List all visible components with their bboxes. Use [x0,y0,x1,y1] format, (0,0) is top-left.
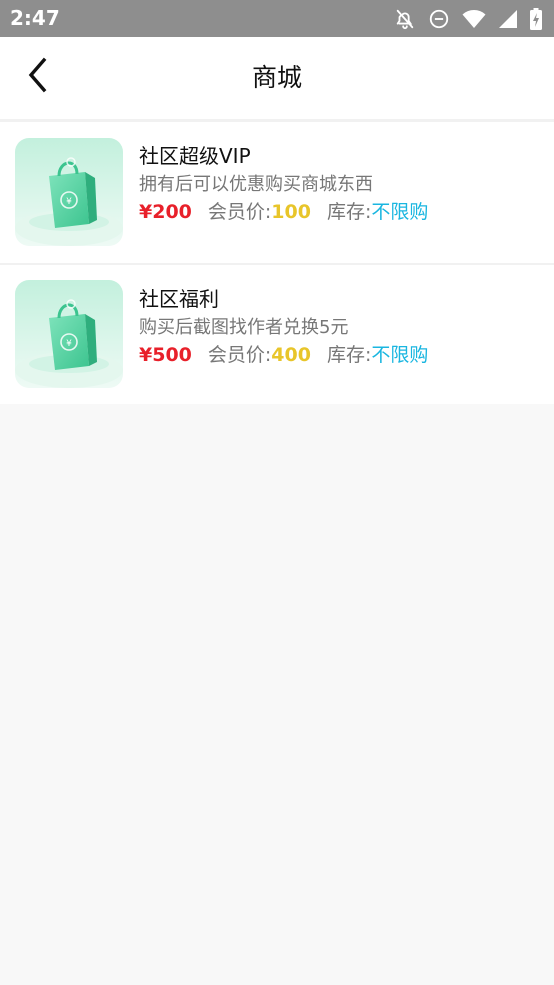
app-header: 商城 [0,37,554,119]
product-price: ¥500 [139,344,192,366]
product-price: ¥200 [139,201,192,223]
status-time: 2:47 [10,6,60,30]
product-item[interactable]: ¥ 社区超级VIP 拥有后可以优惠购买商城东西 ¥200 会员价: 100 库存… [0,122,554,263]
svg-text:¥: ¥ [66,339,72,349]
product-name: 社区超级VIP [139,144,251,168]
member-price-label: 会员价: [207,344,272,366]
product-name: 社区福利 [139,287,219,311]
product-item[interactable]: ¥ 社区福利 购买后截图找作者兑换5元 ¥500 会员价: 400 库存: 不限… [0,263,554,404]
product-meta: ¥500 会员价: 400 库存: 不限购 [139,340,428,367]
shopping-bag-icon: ¥ [15,280,123,388]
status-bar: 2:47 [0,0,554,37]
shopping-bag-icon: ¥ [15,138,123,246]
chevron-left-icon [25,57,51,97]
page-title: 商城 [251,63,302,92]
product-description: 购买后截图找作者兑换5元 [139,317,349,338]
member-price-value: 400 [271,344,311,366]
stock-label: 库存: [326,344,372,366]
battery-charging-icon [530,8,542,30]
back-button[interactable] [16,55,60,99]
product-thumbnail: ¥ [15,280,123,388]
wifi-icon [462,8,486,30]
do-not-disturb-icon [428,8,450,30]
notifications-off-icon [394,8,416,30]
member-price-label: 会员价: [207,201,272,223]
product-description: 拥有后可以优惠购买商城东西 [139,174,373,195]
product-meta: ¥200 会员价: 100 库存: 不限购 [139,197,428,224]
stock-value: 不限购 [371,344,429,366]
status-icons [394,7,542,31]
product-thumbnail: ¥ [15,138,123,246]
stock-label: 库存: [326,201,372,223]
product-list: ¥ 社区超级VIP 拥有后可以优惠购买商城东西 ¥200 会员价: 100 库存… [0,122,554,404]
member-price-value: 100 [271,201,311,223]
stock-value: 不限购 [371,201,429,223]
cell-signal-icon [498,9,518,29]
svg-text:¥: ¥ [66,197,72,207]
